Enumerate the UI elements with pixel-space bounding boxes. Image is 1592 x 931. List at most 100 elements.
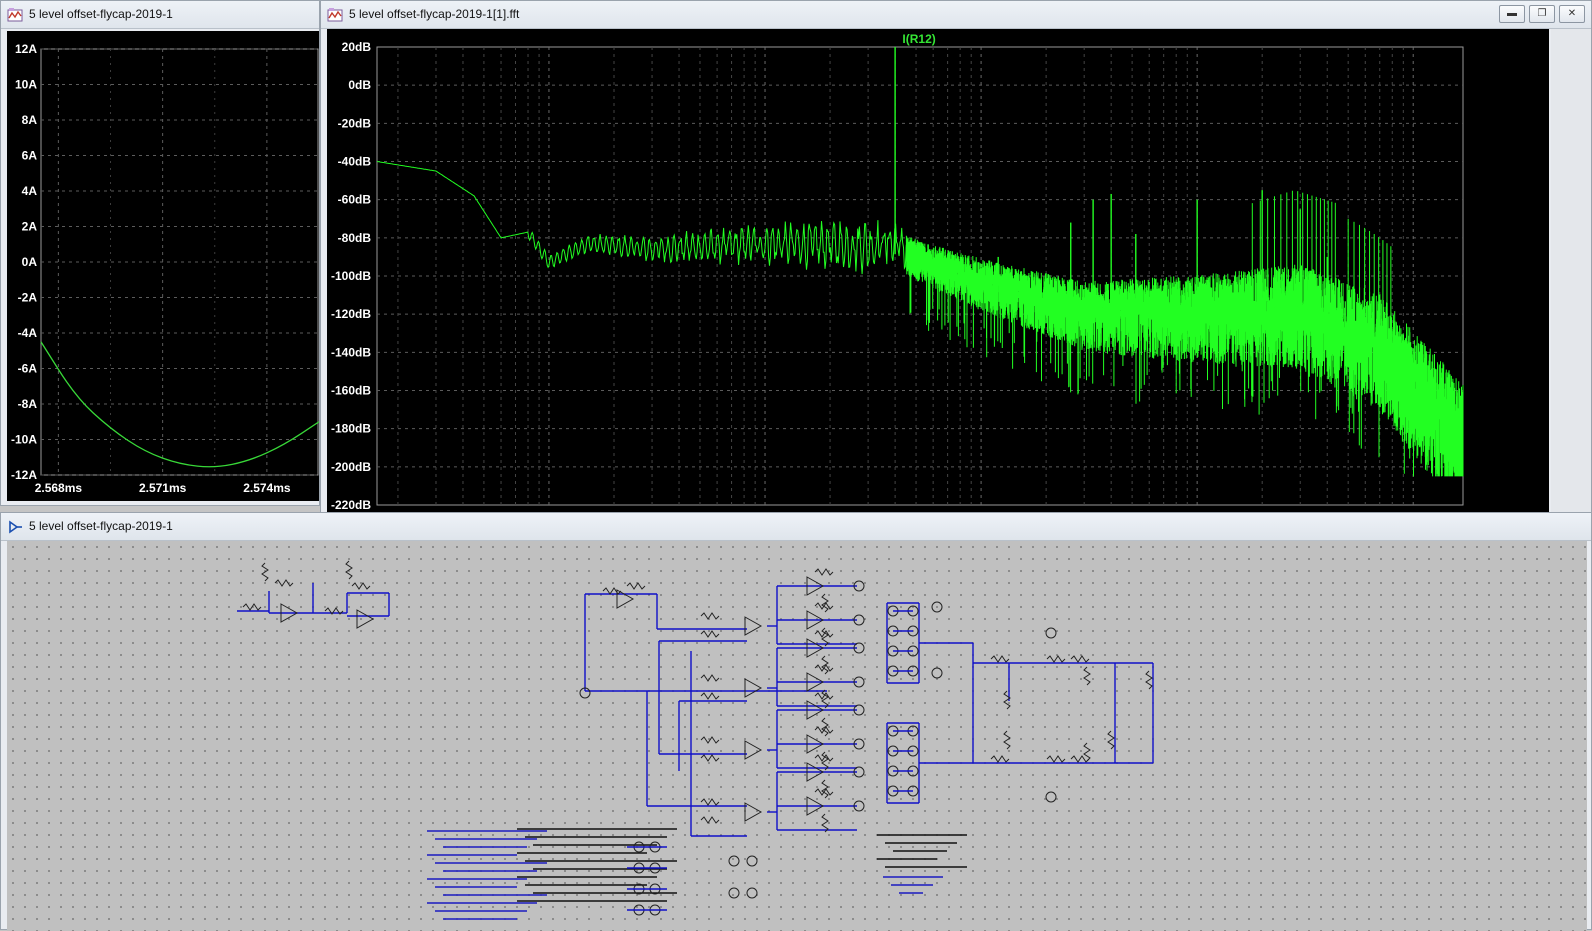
source-symbol [728,855,740,867]
resistor-symbol [1083,666,1091,686]
schematic-window[interactable]: 5 level offset-flycap-2019-1 [0,512,1592,931]
minimize-icon[interactable]: ▬ [1499,5,1525,23]
fft-y-tick-label: -120dB [331,307,371,321]
fft-window-icon [327,8,343,22]
fft-right-strip [1551,29,1591,533]
fft-window-titlebar[interactable]: 5 level offset-flycap-2019-1[1].fft ▬ ❐ … [321,1,1591,29]
fft-y-tick-label: -100dB [331,269,371,283]
fft-y-tick-label: -60dB [338,193,372,207]
resistor-symbol [242,603,262,611]
resistor-symbol [814,568,834,576]
waveform-y-tick-label: 12A [15,42,37,56]
source-symbol [1045,627,1057,639]
fft-trace-label: I(R12) [902,32,935,46]
resistor-symbol [1145,670,1153,690]
source-symbol [1045,791,1057,803]
waveform-y-tick-label: 8A [22,113,38,127]
resistor-symbol [345,560,353,580]
source-symbol [931,667,943,679]
waveform-y-tick-label: -12A [11,468,37,482]
fft-chart: 20dB 0dB -20dB -40dB -60dB -80dB -100dB -120dB -… [331,32,1464,528]
waveform-y-tick-label: -2A [18,291,38,305]
resistor-symbol [1070,655,1090,663]
source-symbol [728,887,740,899]
fft-y-tick-label: -160dB [331,384,371,398]
waveform-y-tick-label: -8A [18,397,38,411]
waveform-window-title: 5 level offset-flycap-2019-1 [29,7,173,21]
waveform-plot-frame [40,48,319,476]
source-symbol [931,601,943,613]
fft-window-title: 5 level offset-flycap-2019-1[1].fft [349,7,520,21]
fft-window[interactable]: 5 level offset-flycap-2019-1[1].fft ▬ ❐ … [320,0,1592,540]
fft-y-tick-label: -220dB [331,498,371,512]
resistor-symbol [1083,742,1091,762]
fft-y-tick-label: -20dB [338,116,372,130]
resistor-symbol [700,692,720,700]
fft-y-tick-label: 20dB [342,40,372,54]
schematic-window-icon [9,520,22,534]
resistor-symbol [700,798,720,806]
waveform-y-tick-label: 4A [22,184,38,198]
fft-y-tick-label: -40dB [338,155,372,169]
schematic-canvas[interactable] [7,541,1587,931]
waveform-window-titlebar[interactable]: 5 level offset-flycap-2019-1 [1,1,319,29]
resistor-symbol [990,755,1010,763]
resistor-symbol [821,593,829,613]
fft-y-tick-label: -200dB [331,460,371,474]
resistor-symbol [626,582,646,590]
resistor-symbol [821,627,829,647]
waveform-window[interactable]: 5 level offset-flycap-2019-1 12A 10A 8A 6A 4… [0,0,320,506]
waveform-x-tick-label: 2.574ms [243,481,291,495]
resistor-symbol [821,779,829,799]
waveform-y-tick-label: 2A [22,220,38,234]
schematic-window-titlebar[interactable]: 5 level offset-flycap-2019-1 [1,513,1591,541]
resistor-symbol [351,582,371,590]
close-icon[interactable]: ✕ [1559,5,1585,23]
resistor-symbol [821,655,829,675]
waveform-plot[interactable]: 12A 10A 8A 6A 4A 2A 0A -2A -4A -6A -8A -10A -12A 2.56… [7,31,319,501]
waveform-y-tick-label: 6A [22,149,38,163]
resistor-symbol [1107,730,1115,750]
waveform-x-tick-label: 2.568ms [35,481,83,495]
opamp-symbol [356,609,375,629]
opamp-symbol [744,802,763,822]
resistor-symbol [1046,755,1066,763]
restore-icon[interactable]: ❐ [1529,5,1555,23]
fft-y-tick-label: -80dB [338,231,372,245]
waveform-x-tick-label: 2.571ms [139,481,187,495]
resistor-symbol [700,674,720,682]
fft-y-tick-label: 0dB [348,78,371,92]
resistor-symbol [261,562,269,582]
fft-window-controls: ▬ ❐ ✕ [1499,5,1585,23]
opamp-symbol [744,678,763,698]
waveform-chart: 12A 10A 8A 6A 4A 2A 0A -2A -4A -6A -8A -10A -12A2.56… [11,42,319,495]
resistor-symbol [1070,755,1090,763]
opamp-symbol [744,740,763,760]
fft-plot[interactable]: 20dB 0dB -20dB -40dB -60dB -80dB -100dB -120dB -… [327,29,1549,533]
resistor-symbol [990,655,1010,663]
resistor-symbol [821,751,829,771]
resistor-symbol [700,816,720,824]
resistor-symbol [1003,730,1011,750]
waveform-trace [40,341,319,468]
fft-y-tick-label: -140dB [331,345,371,359]
resistor-symbol [700,754,720,762]
fft-y-tick-label: -180dB [331,422,371,436]
waveform-window-icon [7,8,23,22]
resistor-symbol [700,736,720,744]
resistor-symbol [274,579,294,587]
schematic-drawing [237,560,1154,920]
schematic-window-title: 5 level offset-flycap-2019-1 [29,519,173,533]
waveform-y-tick-label: 0A [22,255,38,269]
resistor-symbol [821,717,829,737]
waveform-y-tick-label: -4A [18,326,38,340]
resistor-symbol [1046,655,1066,663]
fft-trace-low [376,161,907,275]
waveform-y-tick-label: -6A [18,362,38,376]
source-symbol [746,855,758,867]
waveform-y-tick-label: -10A [11,433,37,447]
waveform-y-tick-label: 10A [15,78,37,92]
resistor-symbol [700,612,720,620]
source-symbol [746,887,758,899]
resistor-symbol [821,689,829,709]
